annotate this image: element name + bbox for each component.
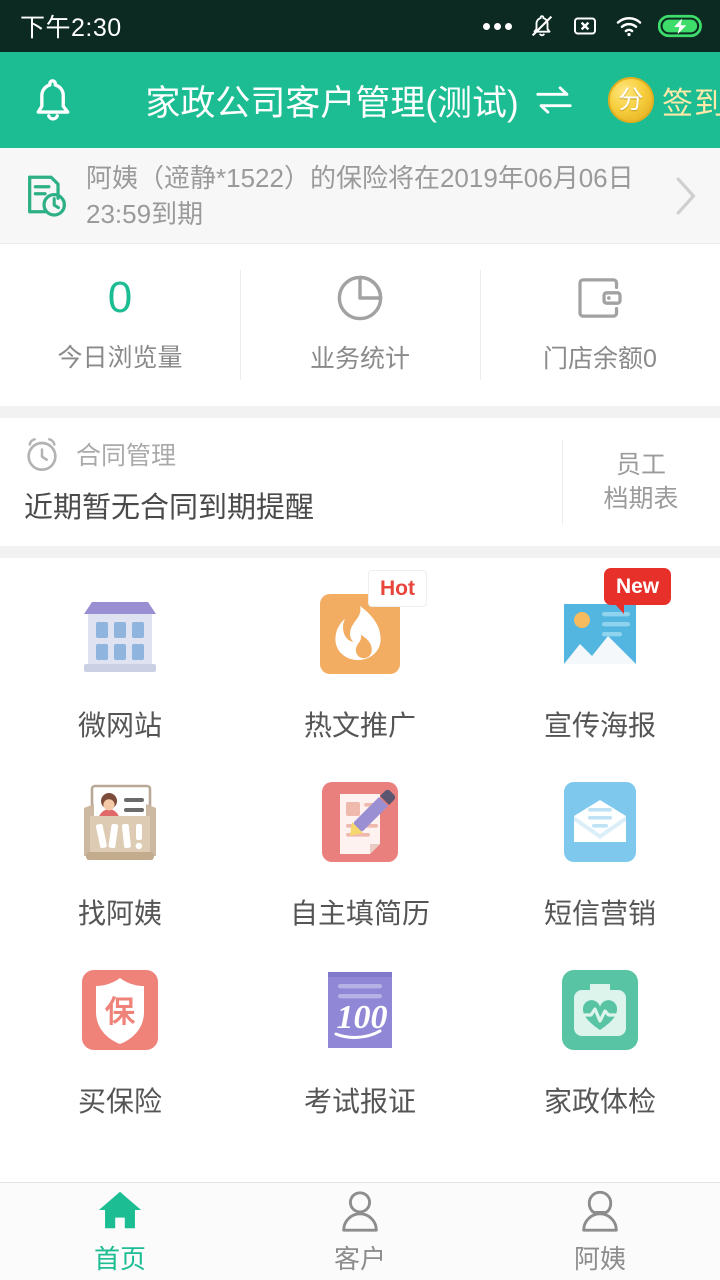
stat-business-report[interactable]: 业务统计 xyxy=(240,244,480,406)
resume-pencil-icon xyxy=(306,768,414,876)
notice-text: 阿姨（遆静*1522）的保险将在2019年06月06日23:59到期 xyxy=(86,162,634,229)
tab-label-customers: 客户 xyxy=(333,1244,386,1274)
tab-label-ayi: 阿姨 xyxy=(573,1244,626,1274)
person-icon xyxy=(342,1191,378,1232)
app-grid-section: 微网站 Hot 热文推广 New 宣传海报 找阿姨 自主填简历 短信营销 保 买… xyxy=(0,558,720,1182)
tab-ayi[interactable]: 阿姨 xyxy=(480,1187,720,1276)
stat-label-balance: 门店余额0 xyxy=(543,345,657,373)
contract-info[interactable]: 合同管理 近期暂无合同到期提醒 xyxy=(0,418,562,546)
app-tile-sms-marketing[interactable]: 短信营销 xyxy=(480,768,720,956)
app-label-health-check: 家政体检 xyxy=(543,1086,656,1117)
svg-text:保: 保 xyxy=(105,996,136,1029)
ayi-icon xyxy=(582,1190,618,1232)
wallet-icon xyxy=(573,275,627,321)
page-title: 家政公司客户管理(测试) xyxy=(145,83,519,123)
home-icon xyxy=(98,1191,142,1229)
bell-muted-icon xyxy=(531,15,553,37)
stat-label-business: 业务统计 xyxy=(309,345,410,373)
coin-icon: 分 xyxy=(608,77,654,123)
stat-today-views[interactable]: 0 今日浏览量 xyxy=(0,244,240,406)
stat-store-balance[interactable]: 门店余额0 xyxy=(480,244,720,406)
bottom-nav: 首页 客户 阿姨 xyxy=(0,1182,720,1280)
app-label-sms-marketing: 短信营销 xyxy=(543,898,656,929)
app-label-microsite: 微网站 xyxy=(77,710,162,741)
app-tile-resume[interactable]: 自主填简历 xyxy=(240,768,480,956)
app-label-exam-cert: 考试报证 xyxy=(303,1086,416,1117)
stat-value-views: 0 xyxy=(107,273,133,322)
app-tile-exam-cert[interactable]: 100 考试报证 xyxy=(240,956,480,1144)
app-label-hot-article: 热文推广 xyxy=(303,710,416,741)
poster-image-icon: New xyxy=(546,568,672,688)
flame-icon: Hot xyxy=(306,570,427,688)
section-gap-2 xyxy=(0,546,720,558)
person-card-icon xyxy=(66,768,174,876)
signin-label: 签到 xyxy=(662,85,720,121)
app-tile-hot-article[interactable]: Hot 热文推广 xyxy=(240,570,480,768)
tab-label-home: 首页 xyxy=(93,1244,146,1274)
app-label-buy-insurance: 买保险 xyxy=(77,1086,162,1117)
app-tile-find-ayi[interactable]: 找阿姨 xyxy=(0,768,240,956)
app-tile-buy-insurance[interactable]: 保 买保险 xyxy=(0,956,240,1144)
envelope-icon xyxy=(546,768,654,876)
alarm-clock-icon xyxy=(27,438,57,471)
app-label-poster: 宣传海报 xyxy=(543,710,656,741)
no-sim-icon xyxy=(574,17,596,35)
status-bar: 下午2:30 xyxy=(0,0,720,52)
staff-schedule-button[interactable]: 员工 档期表 xyxy=(562,418,720,546)
wifi-icon xyxy=(616,16,642,37)
badge-new: New xyxy=(603,568,672,614)
contract-message: 近期暂无合同到期提醒 xyxy=(24,492,315,524)
swap-icon[interactable] xyxy=(533,83,575,117)
contract-section: 合同管理 近期暂无合同到期提醒 员工 档期表 xyxy=(0,418,720,546)
chevron-right-icon[interactable] xyxy=(670,174,700,218)
status-icon-group xyxy=(483,11,704,41)
staff-schedule-line2: 档期表 xyxy=(603,485,679,513)
medical-heart-icon xyxy=(546,956,654,1064)
shield-insurance-icon: 保 xyxy=(66,956,174,1064)
score-100-icon: 100 xyxy=(306,956,414,1064)
tab-home[interactable]: 首页 xyxy=(0,1187,240,1276)
bell-icon[interactable] xyxy=(26,71,80,129)
status-time: 下午2:30 xyxy=(20,14,122,42)
app-tile-microsite[interactable]: 微网站 xyxy=(0,580,240,768)
insurance-notice-banner[interactable]: 阿姨（遆静*1522）的保险将在2019年06月06日23:59到期 xyxy=(0,148,720,244)
section-gap-1 xyxy=(0,406,720,418)
contract-title: 合同管理 xyxy=(76,442,177,470)
app-root: 下午2:30 家政公司客户管理(测试) 分 签到 阿姨（遆静*1522）的保险将… xyxy=(0,0,720,1280)
pie-chart-icon xyxy=(334,275,386,321)
stat-label-views: 今日浏览量 xyxy=(57,344,183,372)
battery-charging-icon xyxy=(658,14,702,38)
app-label-find-ayi: 找阿姨 xyxy=(77,898,162,929)
app-header: 家政公司客户管理(测试) 分 签到 xyxy=(0,52,720,148)
staff-schedule-line1: 员工 xyxy=(615,451,666,479)
app-tile-poster[interactable]: New 宣传海报 xyxy=(480,568,720,768)
signin-button[interactable]: 分 签到 xyxy=(608,77,720,123)
document-clock-icon xyxy=(28,175,66,217)
app-label-resume: 自主填简历 xyxy=(289,898,430,929)
tab-customers[interactable]: 客户 xyxy=(240,1187,480,1276)
badge-hot: Hot xyxy=(367,570,427,607)
building-icon xyxy=(66,580,174,688)
app-grid: 微网站 Hot 热文推广 New 宣传海报 找阿姨 自主填简历 短信营销 保 买… xyxy=(0,558,720,1144)
contract-header: 合同管理 xyxy=(22,434,562,474)
more-dots-icon xyxy=(483,22,512,30)
stats-row: 0 今日浏览量 业务统计 门店余额0 xyxy=(0,244,720,406)
app-tile-health-check[interactable]: 家政体检 xyxy=(480,956,720,1144)
